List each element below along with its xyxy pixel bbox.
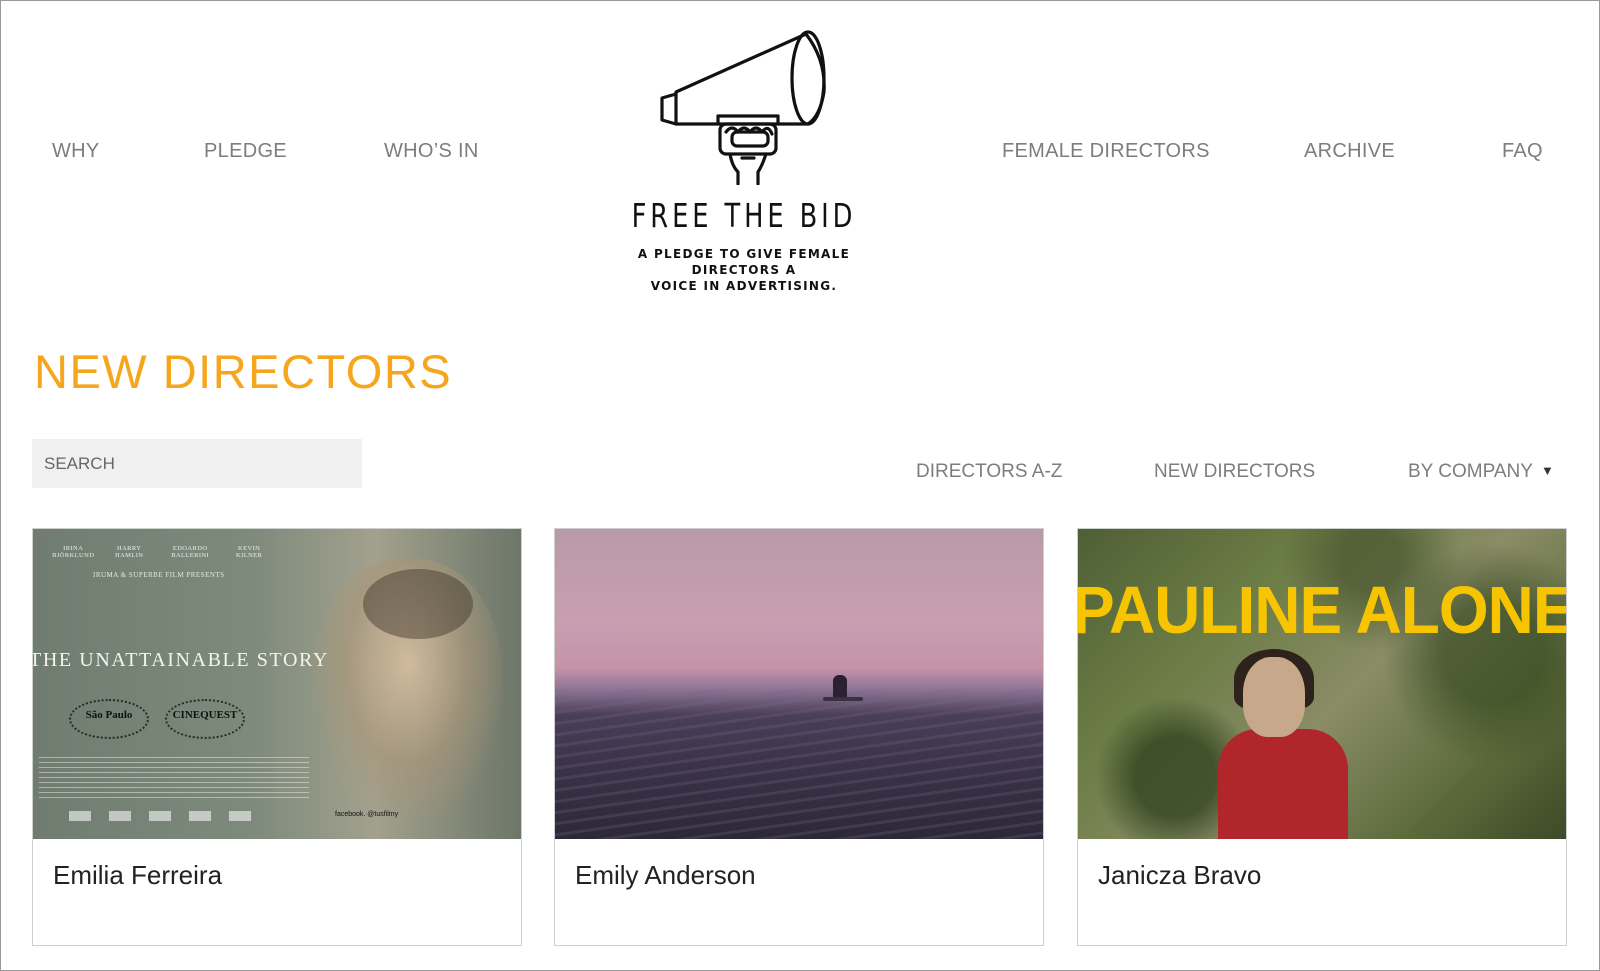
director-name[interactable]: Emily Anderson xyxy=(575,860,756,891)
laurel-icon: São Paulo xyxy=(69,699,149,739)
director-thumbnail[interactable] xyxy=(555,529,1043,839)
nav-female-directors[interactable]: FEMALE DIRECTORS xyxy=(1002,140,1210,163)
page-title: NEW DIRECTORS xyxy=(34,345,453,398)
logo-title: FREE THE BID xyxy=(631,196,857,235)
poster-footer: facebook. @tusfilmy xyxy=(335,811,399,818)
nav-archive[interactable]: ARCHIVE xyxy=(1304,140,1395,163)
site-logo[interactable]: FREE THE BID A PLEDGE TO GIVE FEMALE DIR… xyxy=(594,20,894,293)
caret-down-icon: ▼ xyxy=(1540,463,1554,478)
figure-body xyxy=(1218,729,1348,839)
poster-credits: IRINA BJÖRKLUND HARRY HAMLIN EDOARDO BAL… xyxy=(43,545,273,559)
director-name[interactable]: Janicza Bravo xyxy=(1098,860,1261,891)
director-card[interactable]: IRINA BJÖRKLUND HARRY HAMLIN EDOARDO BAL… xyxy=(32,528,522,946)
poster-presents: IRUMA & SUPERBE FILM PRESENTS xyxy=(93,571,225,579)
figure-head xyxy=(1243,657,1305,737)
laurel-icon: CINEQUEST xyxy=(165,699,245,739)
nav-faq[interactable]: FAQ xyxy=(1502,140,1543,163)
director-thumbnail[interactable]: PAULINE ALONE xyxy=(1078,529,1566,839)
surfboard xyxy=(823,697,863,701)
poster-sponsor-logos xyxy=(69,811,269,821)
poster-fine-print xyxy=(39,757,309,801)
poster-credit: IRINA BJÖRKLUND xyxy=(52,545,95,559)
director-card[interactable]: Emily Anderson xyxy=(554,528,1044,946)
filter-directors-az[interactable]: DIRECTORS A-Z xyxy=(916,461,1062,483)
search-input[interactable] xyxy=(32,439,362,488)
nav-whos-in[interactable]: WHO’S IN xyxy=(384,140,479,163)
ocean-waves xyxy=(555,689,1043,839)
poster-credit: KEVIN KILNER xyxy=(236,545,263,559)
logo-tagline-line2: VOICE IN ADVERTISING. xyxy=(650,279,838,293)
poster-hair xyxy=(363,569,473,639)
director-name[interactable]: Emilia Ferreira xyxy=(53,860,222,891)
poster-title: THE UNATTAINABLE STORY xyxy=(33,649,329,671)
film-title: PAULINE ALONE xyxy=(1078,572,1566,648)
filter-by-company[interactable]: BY COMPANY ▼ xyxy=(1408,461,1554,483)
nav-why[interactable]: WHY xyxy=(52,140,100,163)
poster-credit: HARRY HAMLIN xyxy=(114,545,144,559)
megaphone-hand-icon xyxy=(660,30,826,185)
filter-by-company-label: BY COMPANY xyxy=(1408,461,1533,482)
director-thumbnail[interactable]: IRINA BJÖRKLUND HARRY HAMLIN EDOARDO BAL… xyxy=(33,529,521,839)
nav-pledge[interactable]: PLEDGE xyxy=(204,140,287,163)
poster-credit: EDOARDO BALLERINI xyxy=(171,545,210,559)
filter-new-directors[interactable]: NEW DIRECTORS xyxy=(1154,461,1315,483)
logo-tagline-line1: A PLEDGE TO GIVE FEMALE DIRECTORS A xyxy=(637,247,851,277)
logo-tagline: A PLEDGE TO GIVE FEMALE DIRECTORS A VOIC… xyxy=(594,246,894,294)
director-card[interactable]: PAULINE ALONE Janicza Bravo xyxy=(1077,528,1567,946)
